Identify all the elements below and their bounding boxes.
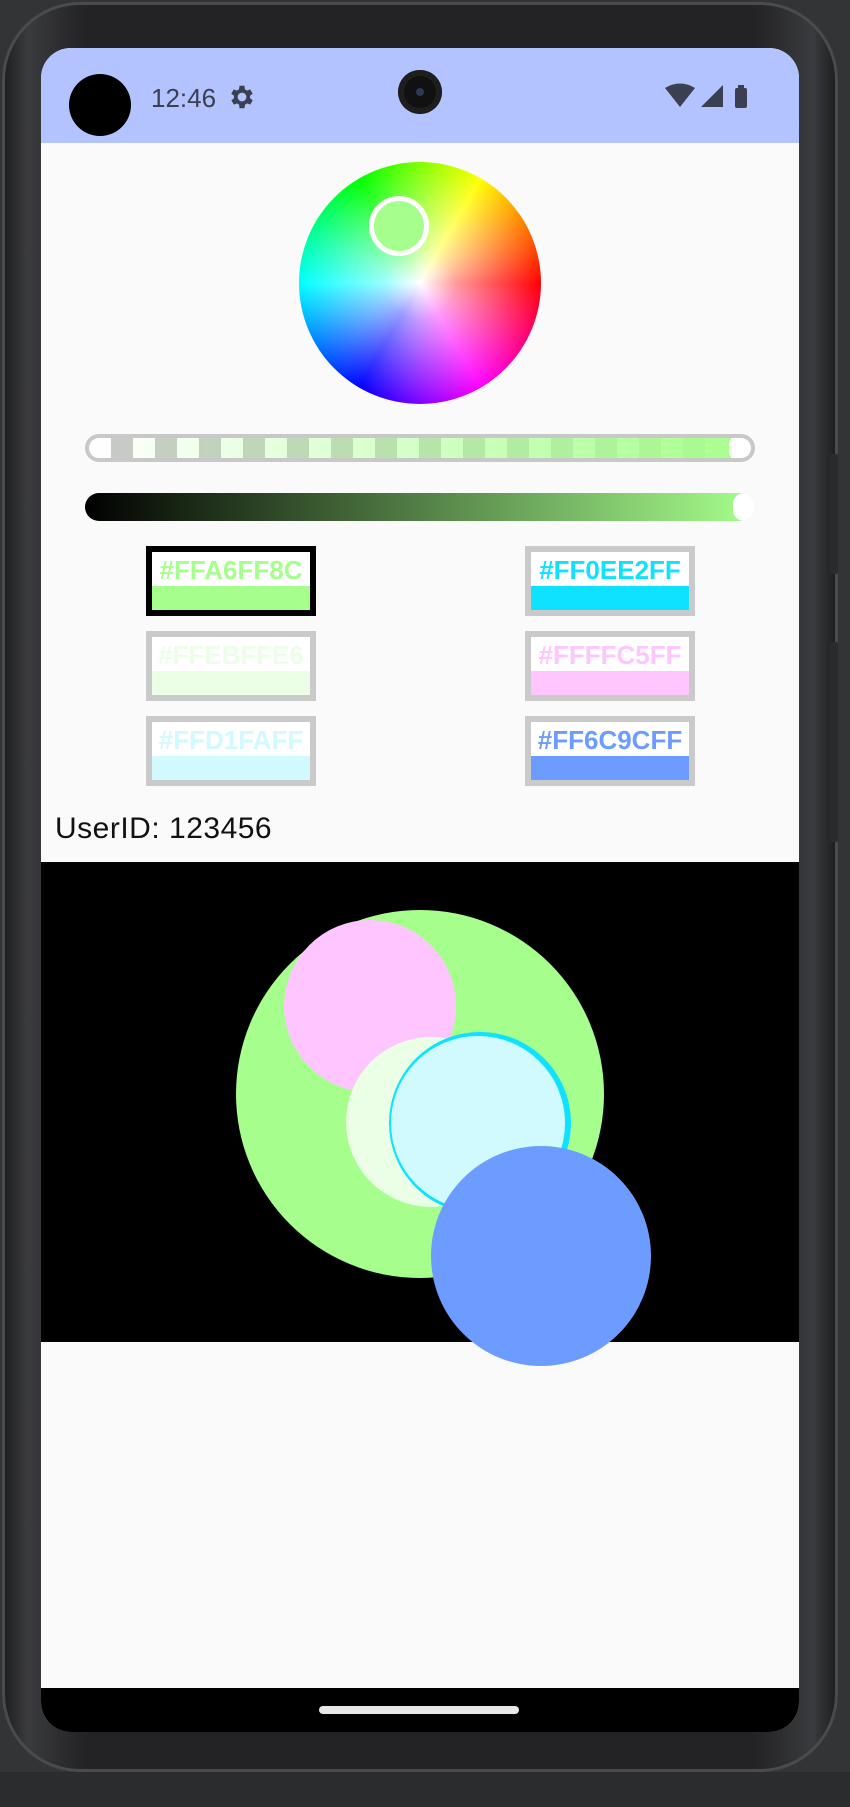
battery-icon — [735, 85, 747, 108]
emulator-bottom-edge — [0, 1772, 850, 1807]
wifi-icon — [665, 83, 695, 107]
swatch-color-bar — [531, 756, 689, 780]
signal-icon — [701, 85, 723, 107]
swatch-0[interactable]: #FFA6FF8C — [146, 546, 316, 616]
brightness-slider[interactable] — [85, 493, 755, 521]
status-bar: 12:46 — [41, 48, 799, 143]
phone-frame: 12:46 #FFA6FF8C #FF0EE2FF #FFEBFFE6 #FFF… — [2, 2, 838, 1772]
alpha-slider-thumb[interactable] — [729, 438, 751, 458]
home-gesture-handle[interactable] — [319, 1706, 519, 1714]
saturation-overlay — [299, 162, 541, 404]
swatch-4[interactable]: #FFD1FAFF — [146, 716, 316, 786]
swatch-hex-label: #FFA6FF8C — [159, 555, 303, 585]
swatch-3[interactable]: #FFFFC5FF — [525, 631, 695, 701]
swatch-hex-label: #FFFFC5FF — [538, 640, 682, 670]
swatch-color-bar — [152, 671, 310, 695]
swatch-color-bar — [531, 671, 689, 695]
brightness-slider-thumb[interactable] — [733, 493, 755, 521]
swatch-5[interactable]: #FF6C9CFF — [525, 716, 695, 786]
swatch-1[interactable]: #FF0EE2FF — [525, 546, 695, 616]
power-button — [830, 642, 838, 842]
swatch-color-bar — [152, 586, 310, 610]
swatch-hex-label: #FFD1FAFF — [158, 725, 304, 755]
status-time: 12:46 — [151, 83, 217, 113]
alpha-slider[interactable] — [85, 434, 755, 462]
swatch-hex-label: #FF6C9CFF — [537, 725, 683, 755]
swatch-hex-label: #FF0EE2FF — [539, 555, 681, 585]
user-id-label: UserID: 123456 — [55, 812, 273, 845]
color-wheel[interactable] — [299, 162, 541, 404]
gear-icon — [231, 85, 253, 109]
system-status-icons — [665, 83, 747, 108]
swatch-color-bar — [152, 756, 310, 780]
color-wheel-thumb[interactable] — [369, 196, 429, 256]
swatch-2[interactable]: #FFEBFFE6 — [146, 631, 316, 701]
profile-avatar[interactable] — [69, 74, 131, 136]
canvas-circle-blue — [431, 1146, 651, 1366]
drawing-canvas[interactable] — [41, 862, 799, 1366]
navigation-bar — [41, 1688, 799, 1732]
swatch-hex-label: #FFEBFFE6 — [158, 640, 304, 670]
app-screen: 12:46 #FFA6FF8C #FF0EE2FF #FFEBFFE6 #FFF… — [41, 48, 799, 1732]
front-camera — [398, 70, 442, 114]
volume-button — [830, 454, 838, 574]
swatch-color-bar — [531, 586, 689, 610]
